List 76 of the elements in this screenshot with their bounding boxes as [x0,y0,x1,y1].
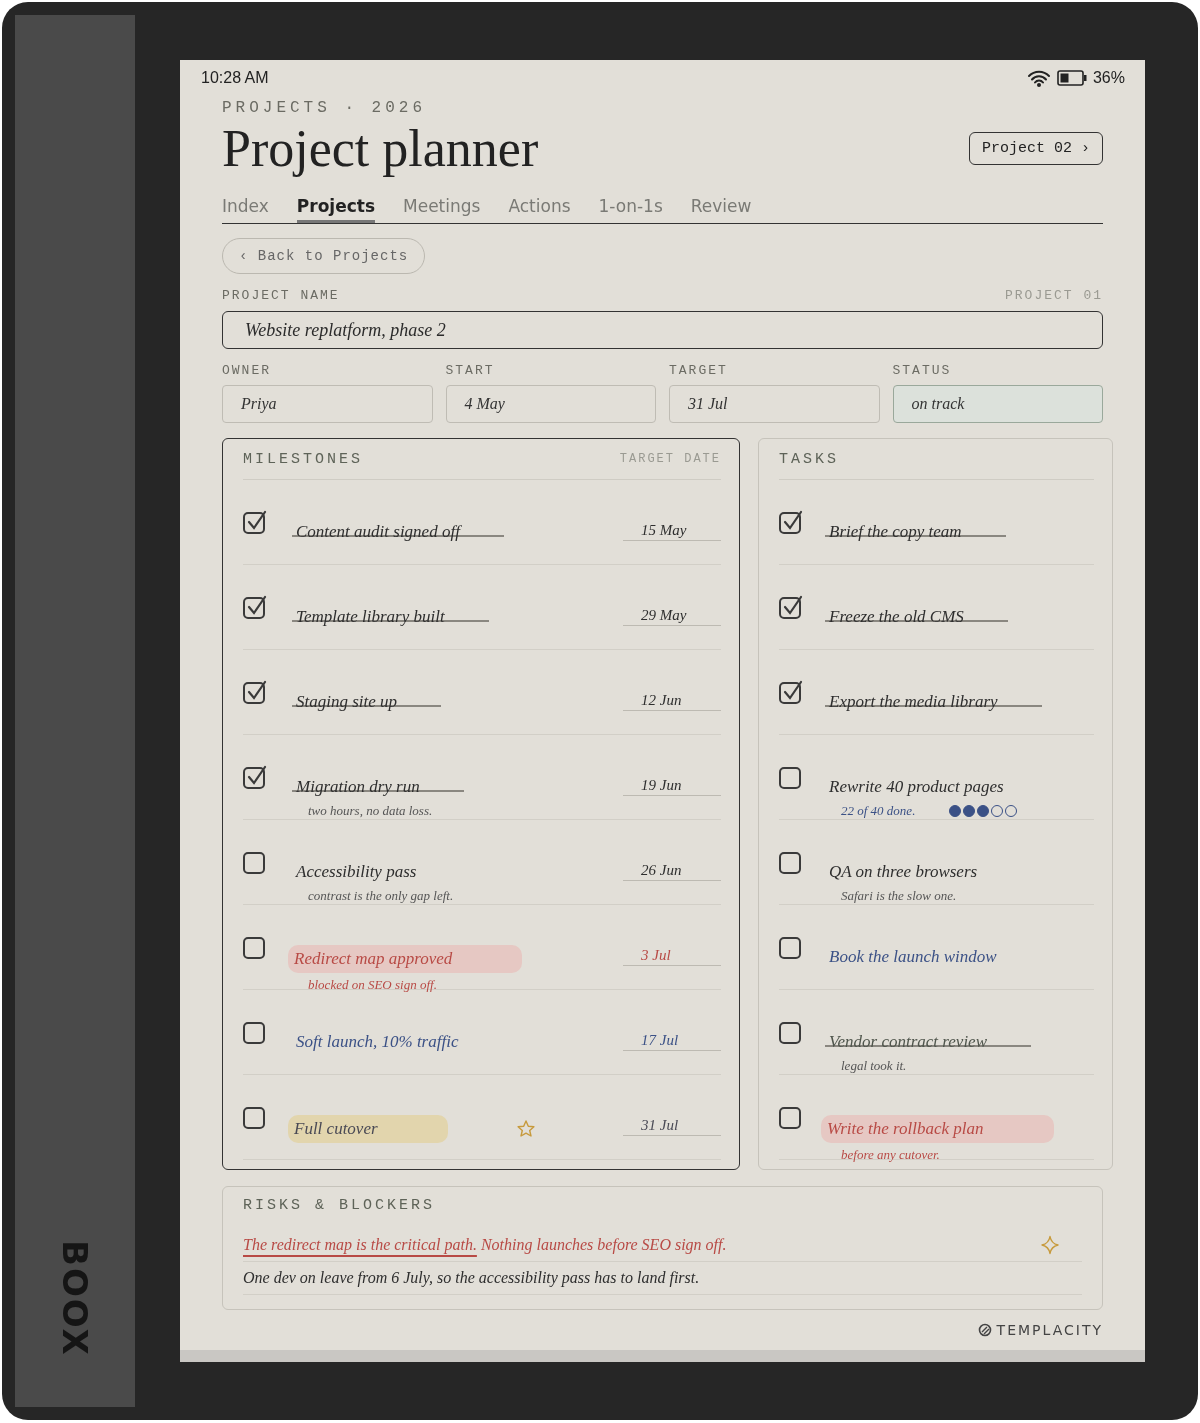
target-date: 29 May [623,605,721,626]
item-text: Accessibility pass [294,861,418,883]
checkbox[interactable] [779,1105,803,1129]
logo-icon [977,1323,992,1337]
item-note: 22 of 40 done. [841,803,916,819]
progress-dot [963,805,976,817]
target-date: 26 Jun [623,860,721,881]
wifi-icon [1026,69,1051,87]
item-note: two hours, no data loss. [308,803,433,819]
section-label: PROJECTS · 2026 [222,99,428,117]
target-date: 12 Jun [623,690,721,711]
item-text: Freeze the old CMS [828,606,965,628]
item-note: blocked on SEO sign off. [308,977,437,993]
panel-title: TASKS [779,450,839,468]
item-text: Content audit signed off [295,521,463,543]
checkbox[interactable] [779,765,803,789]
checkbox[interactable] [243,595,267,619]
battery-icon [1056,70,1087,86]
next-project-button[interactable]: Project 02 › [968,131,1103,165]
risk-note: One dev on leave from 6 July, so the accessibility pass has to land first. [243,1269,700,1287]
item-text: Staging site up [295,691,399,713]
field-label: START [445,363,496,378]
progress-dot [949,805,962,817]
field-label: TARGET [669,363,729,378]
item-note: legal took it. [841,1058,907,1074]
status-field[interactable]: on track [892,385,1103,423]
checkbox[interactable] [243,765,267,789]
item-text: Rewrite 40 product pages [828,776,1005,798]
item-text: Migration dry run [295,776,421,798]
checkbox[interactable] [243,680,267,704]
item-note: Safari is the slow one. [841,888,957,904]
item-text: Redirect map approved [288,945,523,973]
item-text: Export the media library [828,691,999,713]
checkbox[interactable] [779,850,803,874]
input-field[interactable]: Priya [222,385,433,423]
page-title: Project planner [222,118,539,178]
item-note: before any cutover. [841,1147,940,1163]
item-text: Template library built [295,606,446,628]
item-note: contrast is the only gap left. [308,888,454,904]
target-date: 31 Jul [623,1115,721,1136]
item-text: Brief the copy team [828,521,963,543]
battery-percent: 36% [1092,69,1125,87]
checkbox[interactable] [779,1020,803,1044]
checkbox[interactable] [779,510,803,534]
brand-logo: TEMPLACITY [996,1322,1103,1338]
progress-dot [977,805,990,817]
target-date: 15 May [623,520,721,541]
item-text: Write the rollback plan [821,1115,1054,1143]
item-text: Soft launch, 10% traffic [295,1031,460,1053]
checkbox[interactable] [243,935,267,959]
item-text: Full cutover [288,1115,448,1143]
checkbox[interactable] [243,1105,267,1129]
checkbox[interactable] [779,680,803,704]
column-label: TARGET DATE [619,452,721,466]
field-label: PROJECT NAME [222,288,340,303]
risk-note: The redirect map is the critical path. Nothing launches before SEO sign off. [243,1236,727,1254]
target-date: 3 Jul [623,945,721,966]
input-field[interactable]: 4 May [445,385,656,423]
target-date: 17 Jul [623,1030,721,1051]
checkbox[interactable] [243,850,267,874]
item-text: Book the launch window [828,946,998,968]
checkbox[interactable] [243,1020,267,1044]
checkbox[interactable] [779,935,803,959]
panel-title: RISKS & BLOCKERS [243,1197,437,1216]
target-date: 19 Jun [623,775,721,796]
checkbox[interactable] [779,595,803,619]
project-name-field[interactable]: Website replatform, phase 2 [222,311,1103,349]
panel-title: MILESTONES [243,450,363,468]
clock-time: 10:28 AM [201,69,269,87]
item-text: QA on three browsers [828,861,979,883]
checkbox[interactable] [243,510,267,534]
field-label: STATUS [892,363,953,378]
project-number: PROJECT 01 [1005,288,1103,303]
tab[interactable]: Projects [296,195,375,223]
input-field[interactable]: 31 Jul [669,385,880,423]
field-label: OWNER [222,363,272,378]
